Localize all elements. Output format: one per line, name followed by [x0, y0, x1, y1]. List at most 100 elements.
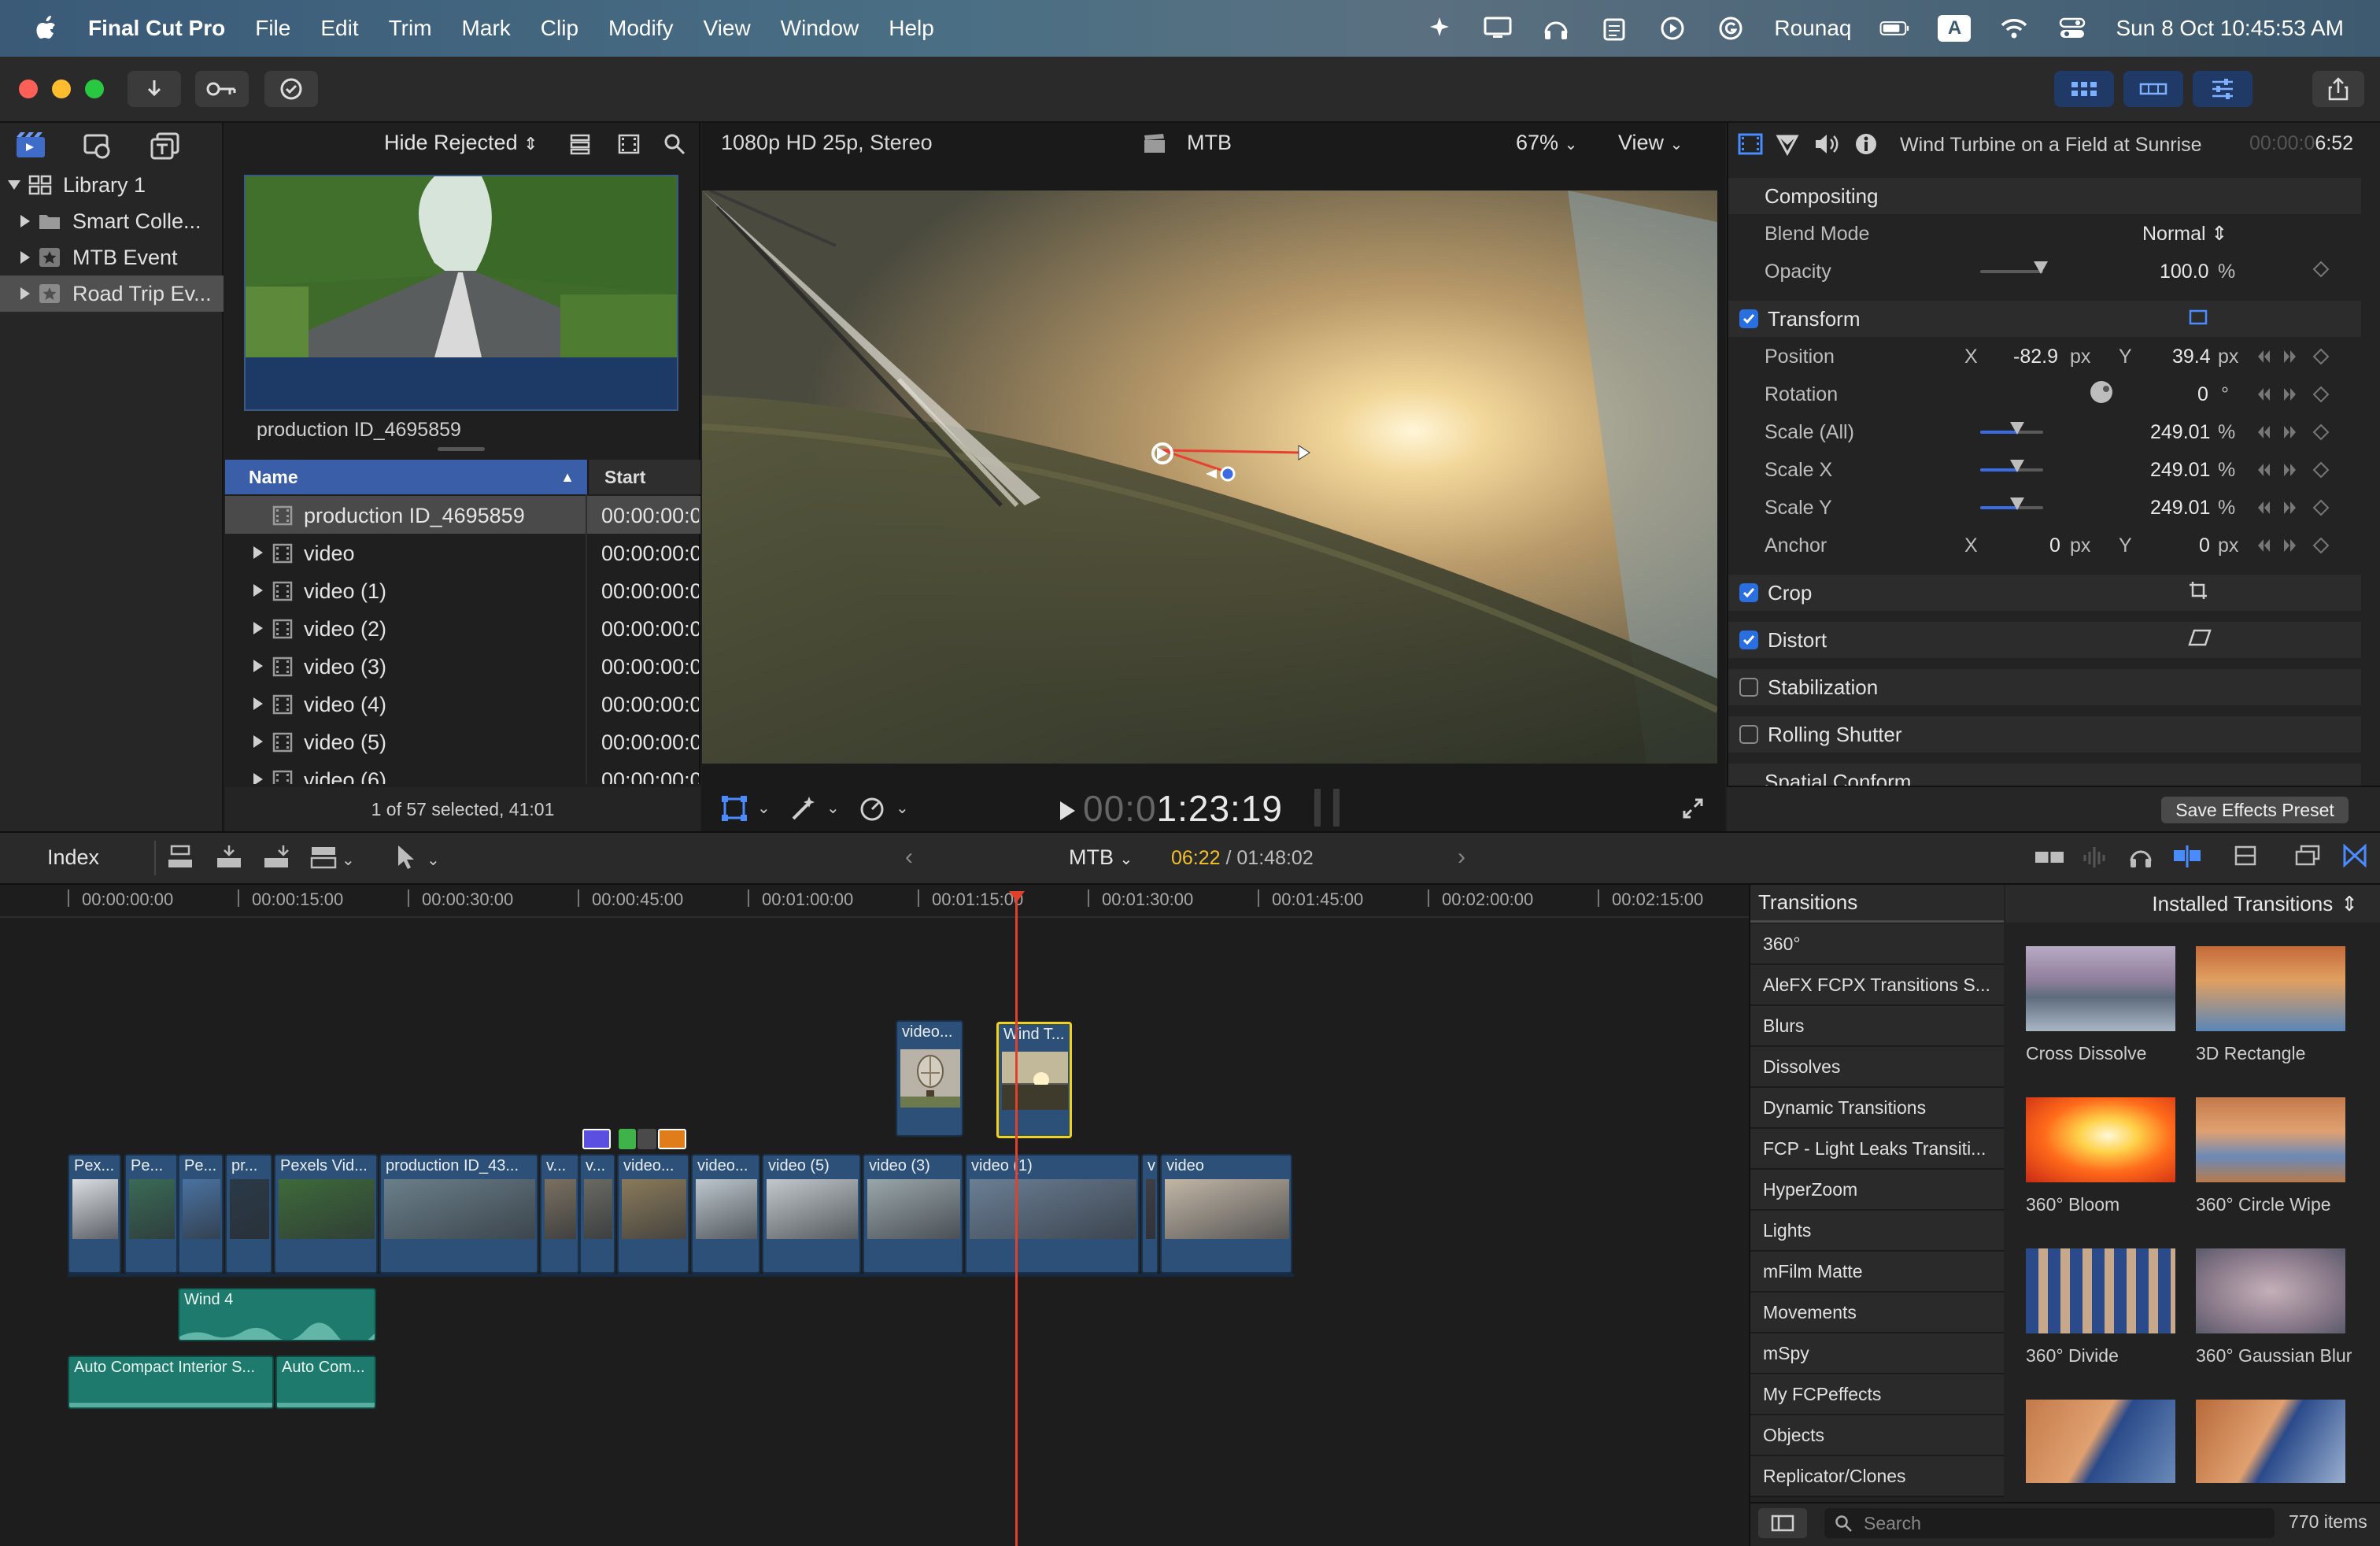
- browser-resize-handle[interactable]: [438, 447, 485, 451]
- next-keyframe-icon[interactable]: [2281, 423, 2298, 445]
- previous-keyframe-icon[interactable]: [2256, 499, 2273, 520]
- slider-knob[interactable]: [2010, 460, 2024, 472]
- chevron-down-icon[interactable]: ⌄: [427, 850, 440, 870]
- timeline-clip[interactable]: production ID_43...: [379, 1154, 538, 1274]
- play-status-icon[interactable]: [1658, 13, 1687, 43]
- chevron-down-icon[interactable]: ⌄: [342, 850, 355, 870]
- sidebar-item-mtb-event[interactable]: MTB Event: [0, 239, 224, 276]
- transition-category[interactable]: 360°: [1750, 924, 2004, 965]
- scale-y-value[interactable]: 249.01: [2150, 497, 2210, 520]
- timeline-clip[interactable]: v...: [540, 1154, 579, 1274]
- skimming-icon[interactable]: [2034, 845, 2065, 873]
- transition-category[interactable]: Objects: [1750, 1415, 2004, 1456]
- next-keyframe-icon[interactable]: [2281, 461, 2298, 483]
- select-tool-icon[interactable]: [395, 844, 416, 875]
- window-close-button[interactable]: [19, 80, 38, 98]
- headphones-status-icon[interactable]: [1541, 13, 1571, 43]
- transition-category[interactable]: Dissolves: [1750, 1047, 2004, 1088]
- titles-generators-tab-icon[interactable]: [150, 131, 181, 165]
- timeline-layout-button[interactable]: [2123, 71, 2183, 107]
- next-keyframe-icon[interactable]: [2281, 348, 2298, 369]
- history-forward-icon[interactable]: ›: [1458, 844, 1465, 871]
- previous-keyframe-icon[interactable]: [2256, 537, 2273, 558]
- chevron-down-icon[interactable]: ⌄: [896, 798, 909, 818]
- transition-category[interactable]: AleFX FCPX Transitions S...: [1750, 965, 2004, 1006]
- scale-x-value[interactable]: 249.01: [2150, 459, 2210, 482]
- libraries-tab-icon[interactable]: [14, 131, 49, 165]
- spatial-conform-section-header[interactable]: Spatial Conform: [1728, 764, 2361, 786]
- timeline-clip[interactable]: Pex...: [68, 1154, 121, 1274]
- disclosure-open-icon[interactable]: [8, 180, 20, 190]
- menu-mark[interactable]: Mark: [462, 16, 511, 41]
- disclosure-closed-icon[interactable]: [253, 660, 263, 672]
- append-clip-icon[interactable]: [263, 844, 290, 875]
- timeline-clip[interactable]: Pe...: [178, 1154, 224, 1274]
- zoom-popup[interactable]: 67% ⌄: [1516, 131, 1577, 155]
- column-header-start[interactable]: Start: [587, 460, 700, 494]
- keyframe-diamond-icon[interactable]: [2312, 461, 2330, 483]
- timeline-clip[interactable]: video (3): [863, 1154, 963, 1274]
- transition-category[interactable]: mSpy: [1750, 1333, 2004, 1374]
- menu-modify[interactable]: Modify: [608, 16, 673, 41]
- insert-clip-icon[interactable]: [216, 844, 242, 875]
- clip-appearance-icon[interactable]: [2234, 844, 2257, 871]
- menu-help[interactable]: Help: [889, 16, 934, 41]
- chevron-down-icon[interactable]: ⌄: [826, 798, 840, 818]
- menu-view[interactable]: View: [703, 16, 750, 41]
- audio-clip-wind[interactable]: Wind 4: [178, 1288, 376, 1341]
- compositing-section-header[interactable]: Compositing: [1728, 178, 2361, 214]
- menu-user-name[interactable]: Rounaq: [1774, 16, 1851, 41]
- browser-list-row[interactable]: video (3) 00:00:00:0: [225, 647, 700, 685]
- viewer-canvas[interactable]: [702, 190, 1717, 764]
- keyframe-diamond-icon[interactable]: [2312, 386, 2330, 407]
- keyframe-diamond-icon[interactable]: [2312, 348, 2330, 369]
- menu-edit[interactable]: Edit: [320, 16, 358, 41]
- sidebar-item-smart-collections[interactable]: Smart Colle...: [0, 203, 224, 239]
- timeline-clip[interactable]: pr...: [225, 1154, 272, 1274]
- transition-category[interactable]: mFilm Matte: [1750, 1252, 2004, 1293]
- preview-thumbnail[interactable]: [244, 175, 678, 411]
- retime-speedometer-icon[interactable]: [858, 795, 886, 826]
- transition-category[interactable]: Replicator/Clones: [1750, 1456, 2004, 1497]
- transition-thumbnail[interactable]: [2196, 946, 2345, 1031]
- timeline-clip[interactable]: video (1): [965, 1154, 1140, 1274]
- timeline-clip[interactable]: v: [1141, 1154, 1159, 1274]
- save-effects-preset-button[interactable]: Save Effects Preset: [2161, 797, 2349, 823]
- disclosure-closed-icon[interactable]: [253, 697, 263, 710]
- audio-skimming-icon[interactable]: [2081, 845, 2108, 873]
- menu-trim[interactable]: Trim: [389, 16, 432, 41]
- window-zoom-button[interactable]: [85, 80, 104, 98]
- menu-app-name[interactable]: Final Cut Pro: [88, 16, 225, 41]
- transform-section-header[interactable]: Transform: [1728, 301, 2361, 337]
- transition-thumbnail[interactable]: [2026, 1400, 2175, 1483]
- transition-category[interactable]: Movements: [1750, 1293, 2004, 1333]
- snapping-icon[interactable]: [2172, 844, 2202, 873]
- window-minimize-button[interactable]: [52, 80, 71, 98]
- info-inspector-tab-icon[interactable]: [1854, 132, 1878, 160]
- disclosure-closed-icon[interactable]: [20, 287, 30, 300]
- sidebar-item-library[interactable]: Library 1: [0, 167, 224, 203]
- filter-popup[interactable]: Hide Rejected ⇕: [384, 131, 538, 155]
- input-source-badge[interactable]: A: [1938, 15, 1972, 42]
- position-y-value[interactable]: 39.4: [2172, 346, 2211, 368]
- transition-category[interactable]: My FCPeffects: [1750, 1374, 2004, 1415]
- distort-checkbox[interactable]: [1739, 631, 1758, 649]
- timeline-clip[interactable]: video: [1160, 1154, 1292, 1274]
- generator-clip[interactable]: [638, 1129, 656, 1149]
- browser-list-row[interactable]: video (4) 00:00:00:0: [225, 685, 700, 723]
- browser-list-row[interactable]: video 00:00:00:0: [225, 534, 700, 571]
- timeline-clip[interactable]: video (5): [762, 1154, 861, 1274]
- timeline-clip[interactable]: Pexels Vid...: [274, 1154, 378, 1274]
- disclosure-closed-icon[interactable]: [20, 215, 30, 227]
- control-center-icon[interactable]: [2057, 13, 2087, 43]
- browser-list-row[interactable]: production ID_4695859 00:00:00:0: [225, 496, 700, 534]
- playhead-handle[interactable]: [1009, 891, 1025, 902]
- transition-thumbnail[interactable]: [2026, 946, 2175, 1031]
- disclosure-closed-icon[interactable]: [253, 735, 263, 748]
- transition-thumbnail[interactable]: [2026, 1097, 2175, 1182]
- transition-category[interactable]: HyperZoom: [1750, 1170, 2004, 1211]
- battery-icon[interactable]: [1879, 13, 1909, 43]
- keyframe-diamond-icon[interactable]: [2312, 499, 2330, 520]
- keyframe-diamond-icon[interactable]: [2312, 423, 2330, 445]
- clip-appearance-icon[interactable]: [568, 132, 592, 160]
